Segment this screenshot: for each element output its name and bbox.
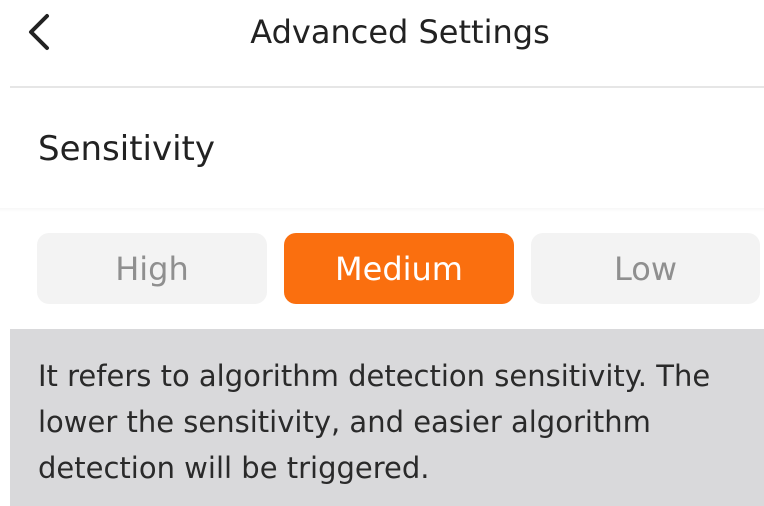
page-title: Advanced Settings	[250, 13, 550, 51]
header-bar: Advanced Settings	[0, 0, 764, 86]
sensitivity-option-high[interactable]: High	[37, 233, 267, 304]
sensitivity-option-medium[interactable]: Medium	[284, 233, 514, 304]
info-description: It refers to algorithm detection sensiti…	[38, 359, 711, 485]
sensitivity-option-low[interactable]: Low	[531, 233, 760, 304]
section-title-sensitivity: Sensitivity	[38, 129, 216, 169]
section-divider	[0, 208, 764, 212]
header-divider	[10, 86, 764, 88]
info-panel: It refers to algorithm detection sensiti…	[10, 329, 764, 506]
